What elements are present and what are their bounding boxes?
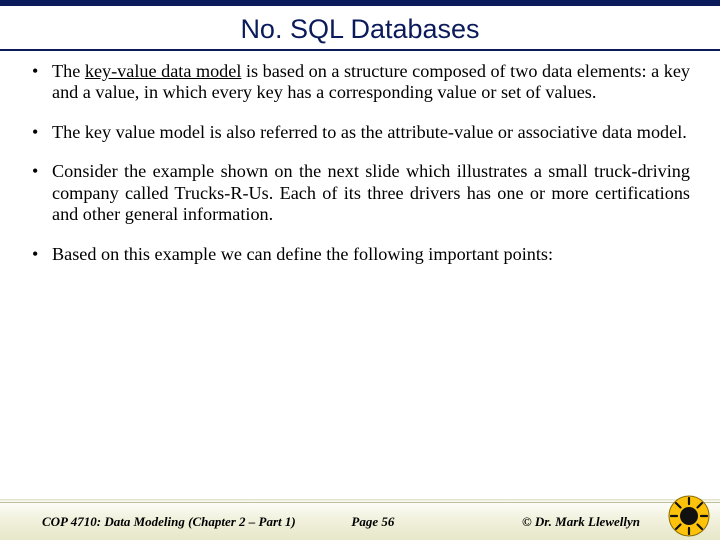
- title-divider: [0, 49, 720, 51]
- slide-title: No. SQL Databases: [0, 6, 720, 49]
- footer: COP 4710: Data Modeling (Chapter 2 – Par…: [0, 502, 720, 540]
- footer-center: Page 56: [351, 514, 394, 530]
- bullet-text-underlined: key-value data model: [85, 61, 242, 81]
- bullet-item: Based on this example we can define the …: [30, 244, 690, 265]
- ucf-logo-icon: [668, 495, 710, 537]
- bullet-list: The key-value data model is based on a s…: [30, 61, 690, 265]
- bullet-item: Consider the example shown on the next s…: [30, 161, 690, 225]
- slide: No. SQL Databases The key-value data mod…: [0, 0, 720, 540]
- bullet-text: Consider the example shown on the next s…: [52, 161, 690, 224]
- bullet-item: The key-value data model is based on a s…: [30, 61, 690, 104]
- bullet-item: The key value model is also referred to …: [30, 122, 690, 143]
- footer-left: COP 4710: Data Modeling (Chapter 2 – Par…: [12, 514, 296, 530]
- bullet-text-pre: The: [52, 61, 85, 81]
- bullet-text: The key value model is also referred to …: [52, 122, 687, 142]
- bullet-text: Based on this example we can define the …: [52, 244, 553, 264]
- slide-content: The key-value data model is based on a s…: [0, 61, 720, 499]
